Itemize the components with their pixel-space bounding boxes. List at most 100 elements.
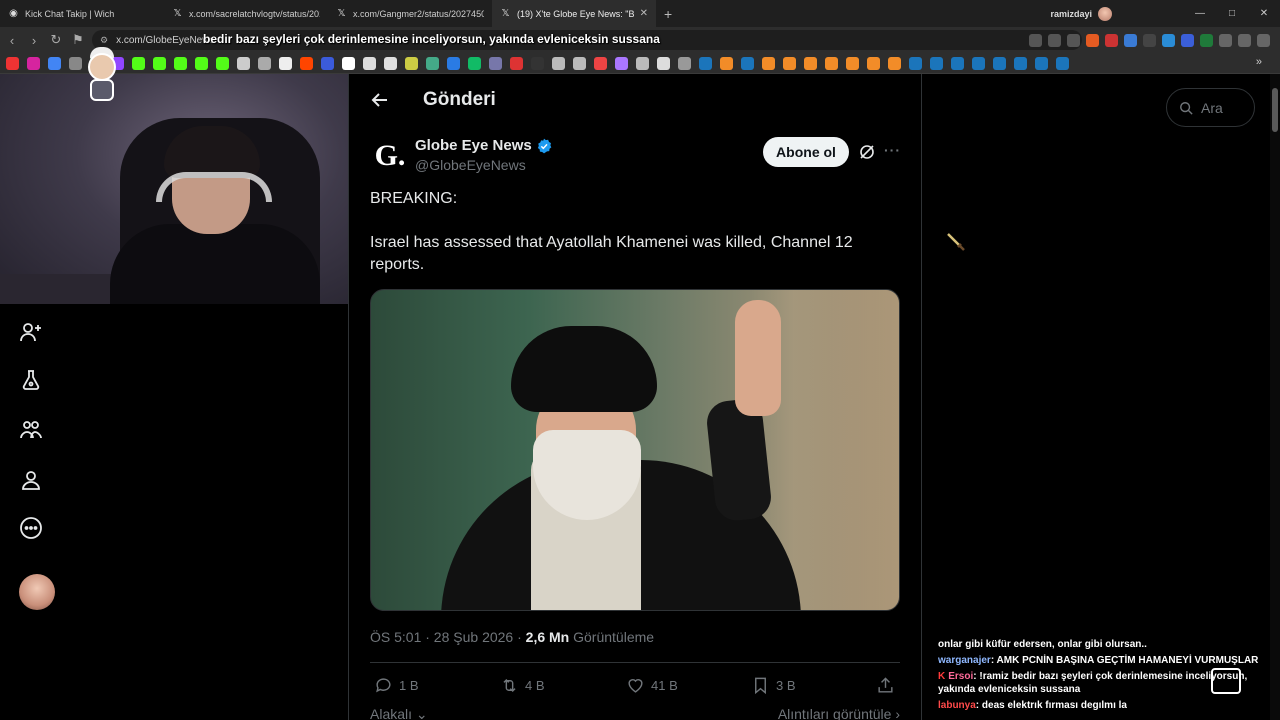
bookmark-icon[interactable] bbox=[426, 56, 439, 70]
profile-icon[interactable] bbox=[19, 468, 43, 492]
share-icon[interactable] bbox=[1067, 33, 1080, 47]
steam-icon[interactable] bbox=[993, 56, 1006, 70]
reply-button[interactable]: 1 B bbox=[374, 676, 419, 695]
steam-icon[interactable] bbox=[909, 56, 922, 70]
folder-icon[interactable] bbox=[678, 56, 691, 70]
zoom-icon[interactable] bbox=[1029, 33, 1042, 47]
bookmark-icon[interactable] bbox=[888, 56, 901, 70]
sort-dropdown[interactable]: Alakalı ⌄ bbox=[370, 706, 428, 720]
browser-tab-3[interactable]: 𝕏 x.com/Gangmer2/status/2027450913 bbox=[328, 0, 492, 27]
instagram-icon[interactable] bbox=[27, 56, 40, 70]
author-handle[interactable]: @GlobeEyeNews bbox=[415, 157, 526, 173]
menu-icon[interactable] bbox=[1257, 33, 1270, 47]
browser-profile[interactable]: ramizdayi bbox=[1050, 0, 1112, 27]
author-avatar[interactable]: G. bbox=[370, 136, 410, 176]
post-image[interactable] bbox=[370, 289, 900, 611]
steam-icon[interactable] bbox=[1035, 56, 1048, 70]
bookmark-icon[interactable] bbox=[552, 56, 565, 70]
back-icon[interactable]: ‹ bbox=[2, 30, 22, 50]
bookmark-icon[interactable] bbox=[846, 56, 859, 70]
steam-icon[interactable] bbox=[1014, 56, 1027, 70]
follow-icon[interactable] bbox=[19, 320, 43, 344]
x-logo-icon[interactable] bbox=[279, 56, 292, 70]
kick-icon[interactable] bbox=[132, 56, 145, 70]
subscribe-button[interactable]: Abone ol bbox=[763, 137, 849, 167]
steam-icon[interactable] bbox=[699, 56, 712, 70]
communities-icon[interactable] bbox=[19, 418, 43, 442]
reddit-icon[interactable] bbox=[300, 56, 313, 70]
bookmark-icon[interactable] bbox=[405, 56, 418, 70]
bookmark-icon[interactable] bbox=[468, 56, 481, 70]
forward-icon[interactable]: › bbox=[24, 30, 44, 50]
bookmark-icon[interactable] bbox=[342, 56, 355, 70]
bookmark-icon[interactable] bbox=[489, 56, 502, 70]
steam-icon[interactable] bbox=[972, 56, 985, 70]
steam-icon[interactable] bbox=[951, 56, 964, 70]
bookmark-icon[interactable] bbox=[783, 56, 796, 70]
kick-icon[interactable] bbox=[216, 56, 229, 70]
scrollbar-thumb[interactable] bbox=[1272, 88, 1278, 132]
bookmark-icon[interactable] bbox=[573, 56, 586, 70]
repost-button[interactable]: 4 B bbox=[500, 676, 545, 695]
grok-icon[interactable] bbox=[858, 143, 876, 161]
bookmark-icon[interactable] bbox=[657, 56, 670, 70]
excel-icon[interactable] bbox=[1200, 33, 1213, 47]
bookmark-icon[interactable] bbox=[258, 56, 271, 70]
bookmark-icon[interactable] bbox=[804, 56, 817, 70]
google-icon[interactable] bbox=[48, 56, 61, 70]
bookmark-icon[interactable] bbox=[363, 56, 376, 70]
back-arrow-icon[interactable] bbox=[370, 90, 390, 110]
share-button[interactable] bbox=[876, 676, 895, 695]
view-quotes-link[interactable]: Alıntıları görüntüle › bbox=[778, 706, 900, 720]
bookmark-icon[interactable] bbox=[510, 56, 523, 70]
grok-flask-icon[interactable] bbox=[19, 368, 43, 392]
steam-icon[interactable] bbox=[1056, 56, 1069, 70]
search-input[interactable]: Ara bbox=[1166, 88, 1255, 127]
close-window-icon[interactable]: ✕ bbox=[1248, 0, 1280, 27]
screen-icon[interactable] bbox=[1048, 33, 1061, 47]
minimize-icon[interactable]: — bbox=[1184, 0, 1216, 27]
bookmark-icon[interactable] bbox=[384, 56, 397, 70]
account-avatar[interactable] bbox=[19, 574, 55, 610]
bookmark-button[interactable]: 3 B bbox=[751, 676, 796, 695]
brave-shield-icon[interactable] bbox=[1086, 33, 1099, 47]
bookmark-icon[interactable] bbox=[825, 56, 838, 70]
kick-icon[interactable] bbox=[153, 56, 166, 70]
maximize-icon[interactable]: □ bbox=[1216, 0, 1248, 27]
bookmarks-overflow-icon[interactable]: » bbox=[1256, 56, 1262, 68]
youtube-icon[interactable] bbox=[6, 56, 19, 70]
bookmark-icon[interactable] bbox=[636, 56, 649, 70]
site-info-icon[interactable]: ⚙ bbox=[100, 35, 108, 46]
kick-icon[interactable] bbox=[195, 56, 208, 70]
anchor-icon[interactable] bbox=[237, 56, 250, 70]
extension-icon[interactable] bbox=[1162, 33, 1175, 47]
steam-icon[interactable] bbox=[741, 56, 754, 70]
extension-badge-icon[interactable] bbox=[1105, 33, 1118, 47]
bookmark-icon[interactable] bbox=[762, 56, 775, 70]
bookmark-icon[interactable] bbox=[615, 56, 628, 70]
bookmark-icon[interactable] bbox=[720, 56, 733, 70]
like-button[interactable]: 41 B bbox=[626, 676, 678, 695]
close-tab-icon[interactable]: ✕ bbox=[640, 8, 648, 19]
bookmark-icon[interactable] bbox=[321, 56, 334, 70]
kick-icon[interactable] bbox=[174, 56, 187, 70]
scrollbar[interactable] bbox=[1270, 74, 1280, 720]
bookmark-icon[interactable] bbox=[447, 56, 460, 70]
sidebar-icon[interactable] bbox=[1238, 33, 1251, 47]
reload-icon[interactable]: ↻ bbox=[46, 30, 66, 50]
browser-tab-2[interactable]: 𝕏 x.com/sacrelatchvlogtv/status/20137 bbox=[164, 0, 328, 27]
bookmark-icon[interactable] bbox=[531, 56, 544, 70]
extension-icon[interactable] bbox=[1124, 33, 1137, 47]
steam-icon[interactable] bbox=[930, 56, 943, 70]
puzzle-icon[interactable] bbox=[1219, 33, 1232, 47]
post-timestamp[interactable]: ÖS 5:01 · 28 Şub 2026 · bbox=[370, 629, 526, 645]
bookmark-icon[interactable] bbox=[867, 56, 880, 70]
browser-tab-4-active[interactable]: 𝕏 (19) X'te Globe Eye News: "BREA ✕ bbox=[492, 0, 656, 27]
more-options-icon[interactable] bbox=[19, 516, 43, 540]
new-tab-button[interactable]: + bbox=[656, 6, 680, 22]
extension-icon[interactable] bbox=[1143, 33, 1156, 47]
extension-icon[interactable] bbox=[1181, 33, 1194, 47]
post-more-icon[interactable]: ··· bbox=[884, 142, 901, 158]
reddit-icon[interactable] bbox=[594, 56, 607, 70]
author-name[interactable]: Globe Eye News bbox=[415, 137, 552, 154]
